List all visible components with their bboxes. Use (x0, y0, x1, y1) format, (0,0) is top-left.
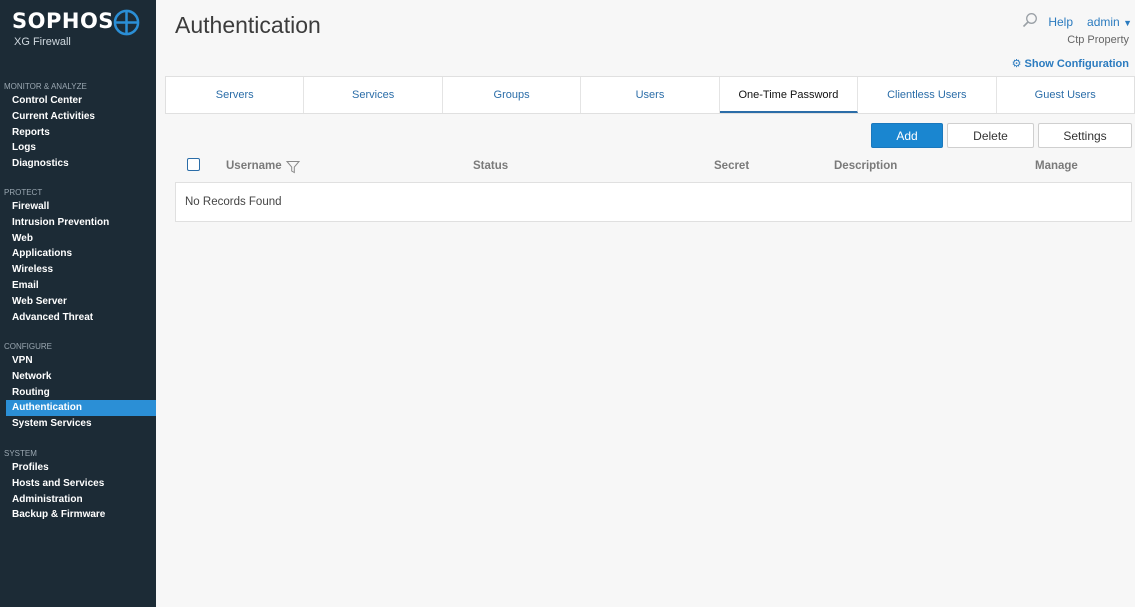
brand-name: SOPHOS (12, 9, 114, 33)
help-search-icon[interactable] (1022, 12, 1038, 28)
caret-down-icon: ▼ (1123, 18, 1132, 28)
nav-section-protect: PROTECT Firewall Intrusion Prevention We… (0, 187, 156, 325)
sidebar-item-network[interactable]: Network (0, 369, 156, 385)
sidebar-item-diagnostics[interactable]: Diagnostics (0, 156, 156, 172)
sidebar-item-vpn[interactable]: VPN (0, 353, 156, 369)
sidebar-item-current-activities[interactable]: Current Activities (0, 109, 156, 125)
sidebar-item-control-center[interactable]: Control Center (0, 93, 156, 109)
show-configuration-link[interactable]: ⚙ Show Configuration (1012, 57, 1129, 70)
sidebar-item-reports[interactable]: Reports (0, 125, 156, 141)
add-button[interactable]: Add (871, 123, 943, 148)
sidebar-item-web[interactable]: Web (0, 231, 156, 247)
select-all-checkbox[interactable] (187, 158, 200, 171)
sidebar-item-administration[interactable]: Administration (0, 492, 156, 508)
column-manage: Manage (1035, 160, 1078, 172)
sidebar-item-web-server[interactable]: Web Server (0, 294, 156, 310)
globe-icon (113, 9, 140, 36)
column-secret: Secret (714, 160, 750, 172)
sidebar-item-system-services[interactable]: System Services (0, 416, 156, 432)
filter-icon[interactable] (286, 160, 300, 174)
nav-section-configure: CONFIGURE VPN Network Routing Authentica… (0, 341, 156, 432)
sidebar-item-wireless[interactable]: Wireless (0, 262, 156, 278)
tab-services[interactable]: Services (304, 77, 443, 113)
nav-section-system: SYSTEM Profiles Hosts and Services Admin… (0, 448, 156, 523)
column-description: Description (834, 160, 898, 172)
gear-icon: ⚙ (1011, 58, 1022, 70)
sidebar-item-hosts-and-services[interactable]: Hosts and Services (0, 476, 156, 492)
sidebar-item-authentication[interactable]: Authentication (6, 400, 156, 417)
sidebar-item-logs[interactable]: Logs (0, 140, 156, 156)
tab-clientless-users[interactable]: Clientless Users (858, 77, 997, 113)
sidebar: SOPHOS XG Firewall MONITOR & ANALYZE Con… (0, 0, 156, 607)
column-status: Status (473, 160, 509, 172)
empty-message: No Records Found (185, 196, 282, 208)
sidebar-item-backup-firmware[interactable]: Backup & Firmware (0, 507, 156, 523)
help-link[interactable]: Help (1048, 15, 1073, 29)
sidebar-item-advanced-threat[interactable]: Advanced Threat (0, 310, 156, 326)
settings-button[interactable]: Settings (1038, 123, 1132, 148)
delete-button[interactable]: Delete (947, 123, 1034, 148)
tab-guest-users[interactable]: Guest Users (997, 77, 1134, 113)
sidebar-item-firewall[interactable]: Firewall (0, 199, 156, 215)
show-config-label: Show Configuration (1024, 58, 1129, 70)
admin-menu[interactable]: admin ▼ (1087, 15, 1132, 29)
table-body: No Records Found (175, 182, 1132, 222)
column-username: Username (226, 160, 282, 172)
nav-header: CONFIGURE (4, 342, 52, 351)
sidebar-item-applications[interactable]: Applications (0, 246, 156, 262)
product-name: XG Firewall (14, 36, 71, 48)
sidebar-item-email[interactable]: Email (0, 278, 156, 294)
tab-one-time-password[interactable]: One-Time Password (719, 77, 859, 113)
nav-header: SYSTEM (4, 449, 37, 458)
nav-header: MONITOR & ANALYZE (4, 82, 87, 91)
tab-bar: Servers Services Groups Users One-Time P… (165, 76, 1135, 114)
nav-section-monitor: MONITOR & ANALYZE Control Center Current… (0, 81, 156, 172)
admin-label: admin (1087, 15, 1120, 29)
tab-users[interactable]: Users (581, 77, 720, 113)
tab-groups[interactable]: Groups (443, 77, 582, 113)
table-header: Username Status Secret Description Manag… (175, 155, 1132, 181)
sophos-logo[interactable]: SOPHOS XG Firewall (12, 9, 142, 49)
sidebar-item-intrusion-prevention[interactable]: Intrusion Prevention (0, 215, 156, 231)
tab-servers[interactable]: Servers (166, 77, 305, 113)
sidebar-item-profiles[interactable]: Profiles (0, 460, 156, 476)
page-title: Authentication (175, 12, 321, 38)
property-label: Ctp Property (1067, 34, 1129, 46)
nav-header: PROTECT (4, 188, 43, 197)
sidebar-item-routing[interactable]: Routing (0, 385, 156, 401)
